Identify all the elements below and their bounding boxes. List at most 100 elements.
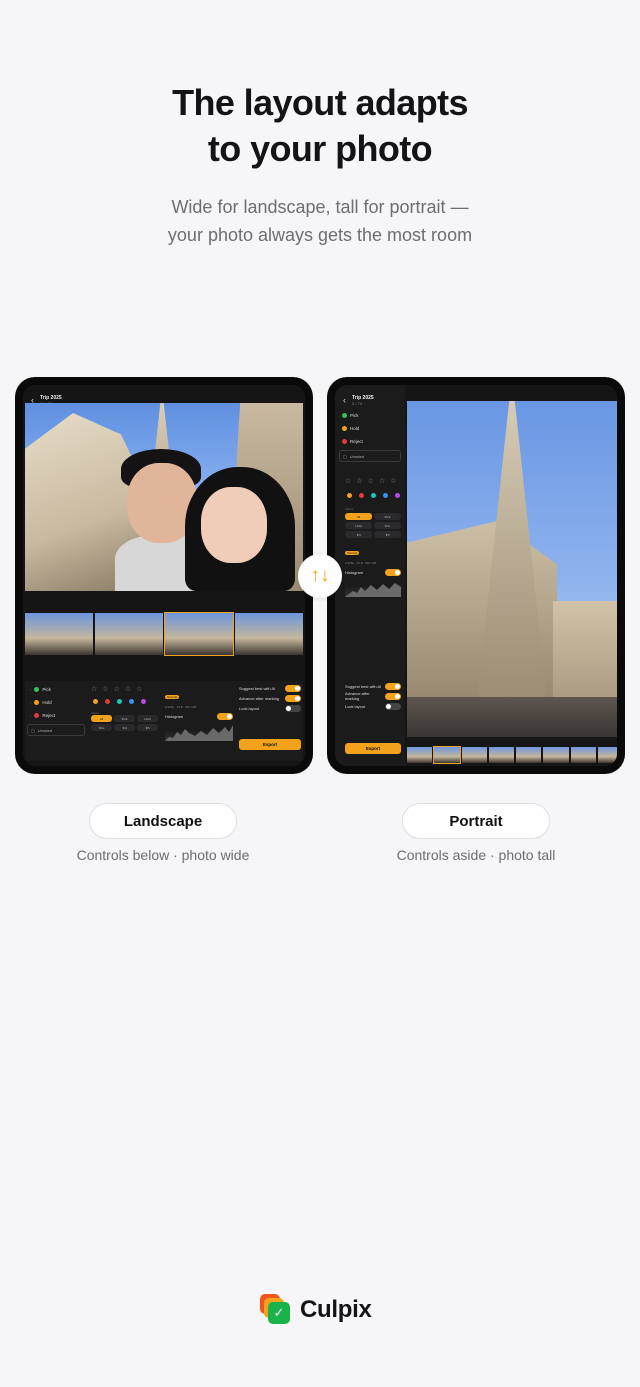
portrait-screen: ‹ Trip 2025 2 / 74 Pick Hold Reject ▢ Un… [335,385,617,766]
color-label-orange[interactable] [93,699,98,704]
decision-pick[interactable]: Pick [339,409,401,422]
color-label-red[interactable] [105,699,110,704]
filmstrip-thumb-selected[interactable] [433,746,461,764]
color-label-teal[interactable] [117,699,122,704]
color-label-teal[interactable] [371,493,376,498]
star-icon[interactable]: ☆ [102,685,108,693]
advance-toggle[interactable] [385,692,401,700]
filter-pill[interactable]: Hold [137,715,158,722]
filter-pill[interactable]: Pick [114,715,135,722]
filmstrip-thumb[interactable] [407,747,433,763]
ai-suggest-toggle[interactable] [285,684,301,692]
reject-dot-icon [342,439,347,444]
subheadline-line-1: Wide for landscape, tall for portrait — [171,197,469,217]
filter-pill[interactable]: ★5 [137,724,158,731]
square-icon: ▢ [31,727,35,733]
filmstrip-thumb[interactable] [461,747,487,763]
setting-label: Suggest best with AI [345,683,382,689]
filter-pill[interactable]: ★4 [114,724,135,731]
filter-pill[interactable]: ★3+ [374,522,401,529]
setting-label: Lock layout [239,705,260,711]
filmstrip-thumb[interactable] [516,747,542,763]
pick-dot-icon [34,687,40,692]
filter-pills: All Pick Hold ★3+ ★4 ★5 [345,513,403,538]
ai-suggest-toggle[interactable] [385,682,401,690]
landscape-photo[interactable] [25,403,303,591]
setting-row: Suggest best with AI [345,681,401,691]
photo-person-face [201,487,267,563]
portrait-device: ‹ Trip 2025 2 / 74 Pick Hold Reject ▢ Un… [327,377,625,774]
advance-toggle[interactable] [285,694,301,702]
filmstrip-thumb[interactable] [25,613,93,655]
histogram-row: Histogram [345,569,401,576]
decision-reject[interactable]: ‹ Reject [27,709,85,722]
decision-hold[interactable]: Hold [339,422,401,435]
filter-pill[interactable]: All [91,715,112,722]
lock-layout-toggle[interactable] [285,704,301,712]
headline: The layout adapts to your photo [0,80,640,172]
setting-row: Suggest best with AI [239,683,301,693]
rating-dropdown[interactable]: ▢ Unrated [27,724,85,736]
subheadline-line-2: your photo always gets the most room [167,225,473,245]
portrait-photo[interactable] [407,401,617,737]
star-icon[interactable]: ☆ [356,477,362,485]
histogram-toggle[interactable] [385,569,401,576]
filmstrip-thumb[interactable] [597,747,617,763]
color-label-blue[interactable] [129,699,134,704]
bottom-controls-panel: ‹ Pick ‹ Hold ‹ Reject ▢ Unrated ☆ ☆ ☆ ☆… [25,681,303,761]
filter-pill[interactable]: Pick [374,513,401,520]
star-rating[interactable]: ☆ ☆ ☆ ☆ ☆ [91,685,142,693]
decision-reject[interactable]: Reject [339,435,401,448]
decision-label: Reject [350,439,363,444]
decision-pick[interactable]: ‹ Pick [27,683,85,696]
color-label-purple[interactable] [395,493,400,498]
star-icon[interactable]: ☆ [368,477,374,485]
color-labels [347,493,400,498]
setting-row: Advance after marking [345,691,401,701]
filter-pill[interactable]: ★5 [374,531,401,538]
hold-dot-icon [342,426,347,431]
landscape-caption: Controls below · photo wide [76,847,250,863]
filmstrip-thumb[interactable] [95,613,163,655]
filmstrip [407,746,617,764]
star-rating[interactable]: ☆ ☆ ☆ ☆ ☆ [345,477,396,485]
star-icon[interactable]: ☆ [91,685,97,693]
color-label-purple[interactable] [141,699,146,704]
filter-pill[interactable]: All [345,513,372,520]
star-icon[interactable]: ☆ [125,685,131,693]
back-arrow-icon[interactable]: ‹ [343,395,346,405]
color-label-blue[interactable] [383,493,388,498]
filmstrip-thumb[interactable] [235,613,303,655]
decision-label: Pick [42,687,51,692]
color-label-orange[interactable] [347,493,352,498]
histogram-graph [165,723,233,741]
histogram-toggle[interactable] [217,713,233,720]
portrait-label-text: Portrait [449,812,503,830]
filter-pill[interactable]: Hold [345,522,372,529]
filmstrip-thumb[interactable] [570,747,596,763]
filter-pill[interactable]: ★4 [345,531,372,538]
decision-hold[interactable]: ‹ Hold [27,696,85,709]
star-icon[interactable]: ☆ [345,477,351,485]
dropdown-value: Unrated [349,453,365,459]
filmstrip-thumb-selected[interactable] [164,612,234,656]
filmstrip-thumb[interactable] [488,747,514,763]
album-heading: Trip 2025 2 / 74 [352,395,374,406]
lock-layout-toggle[interactable] [385,702,401,710]
color-labels [93,699,146,704]
star-icon[interactable]: ☆ [379,477,385,485]
color-label-red[interactable] [359,493,364,498]
star-icon[interactable]: ☆ [114,685,120,693]
setting-row: Lock layout [345,701,401,711]
settings-panel: Suggest best with AI Advance after marki… [239,683,301,713]
histogram-curve [345,583,401,597]
export-button[interactable]: Export [345,743,401,754]
setting-label: Advance after marking [345,691,370,701]
star-icon[interactable]: ☆ [136,685,142,693]
export-button[interactable]: Export [239,739,301,750]
setting-row: Advance after marking [239,693,301,703]
rating-dropdown[interactable]: ▢ Unrated [339,450,401,462]
star-icon[interactable]: ☆ [390,477,396,485]
filter-pill[interactable]: ★3+ [91,724,112,731]
filmstrip-thumb[interactable] [543,747,569,763]
